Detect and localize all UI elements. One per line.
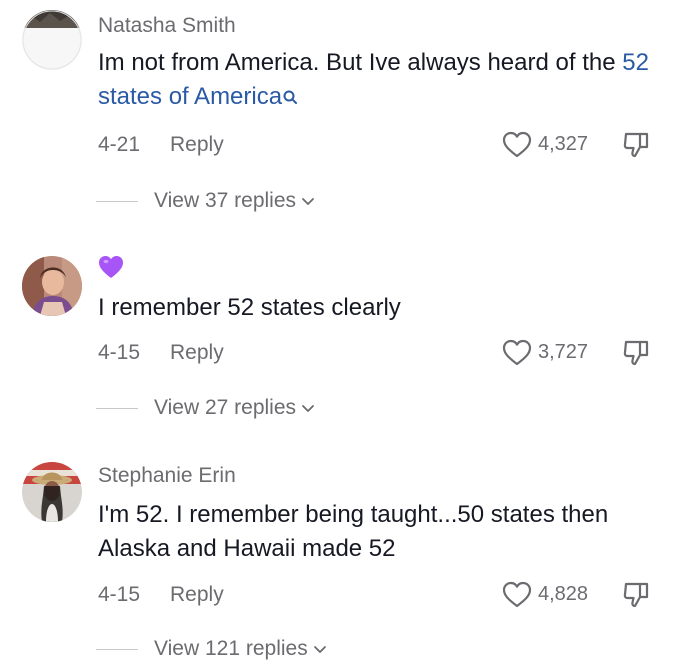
comment-text-body: Im not from America. But Ive always hear… bbox=[98, 49, 623, 76]
thumbs-down-icon[interactable] bbox=[622, 338, 652, 368]
thumbs-down-icon[interactable] bbox=[622, 580, 652, 610]
comment-feed: Natasha Smith Im not from America. But I… bbox=[0, 0, 680, 661]
reply-button[interactable]: Reply bbox=[170, 583, 224, 607]
comment-date: 4-15 bbox=[98, 341, 141, 364]
divider bbox=[96, 648, 138, 650]
chevron-down-icon bbox=[302, 198, 314, 205]
purple-heart-icon[interactable] bbox=[98, 255, 124, 284]
heart-icon bbox=[502, 339, 532, 365]
view-replies-label: View 121 replies bbox=[154, 637, 308, 660]
like-count: 4,327 bbox=[538, 132, 589, 155]
view-replies-label: View 27 replies bbox=[154, 396, 297, 419]
chevron-down-icon bbox=[313, 646, 326, 653]
like-button[interactable]: 4,327 bbox=[502, 130, 588, 158]
comment-date: 4-15 bbox=[98, 583, 141, 606]
avatar[interactable] bbox=[22, 10, 82, 70]
like-count: 3,727 bbox=[538, 340, 589, 363]
comment-username[interactable]: Stephanie Erin bbox=[98, 464, 236, 488]
avatar[interactable] bbox=[22, 462, 82, 522]
reply-button[interactable]: Reply bbox=[170, 133, 224, 157]
like-button[interactable]: 4,828 bbox=[502, 580, 588, 608]
comment-text: I'm 52. I remember being taught...50 sta… bbox=[98, 501, 609, 562]
like-count: 4,828 bbox=[538, 582, 589, 605]
search-icon[interactable] bbox=[283, 82, 298, 116]
comment-username[interactable]: Natasha Smith bbox=[98, 14, 236, 38]
thumbs-down-icon[interactable] bbox=[622, 130, 652, 160]
chevron-down-icon bbox=[302, 405, 314, 412]
heart-icon bbox=[502, 581, 532, 607]
view-replies-button[interactable]: View 37 replies bbox=[96, 189, 315, 213]
divider bbox=[96, 407, 138, 409]
avatar[interactable] bbox=[22, 256, 82, 316]
view-replies-button[interactable]: View 121 replies bbox=[96, 637, 327, 661]
comment-text: Im not from America. But Ive always hear… bbox=[98, 46, 658, 116]
heart-icon bbox=[502, 131, 532, 157]
reply-button[interactable]: Reply bbox=[170, 341, 224, 365]
view-replies-button[interactable]: View 27 replies bbox=[96, 396, 315, 420]
like-button[interactable]: 3,727 bbox=[502, 338, 588, 366]
divider bbox=[96, 200, 138, 202]
comment-text: I remember 52 states clearly bbox=[98, 294, 401, 321]
view-replies-label: View 37 replies bbox=[154, 189, 297, 212]
comment-date: 4-21 bbox=[98, 133, 141, 156]
